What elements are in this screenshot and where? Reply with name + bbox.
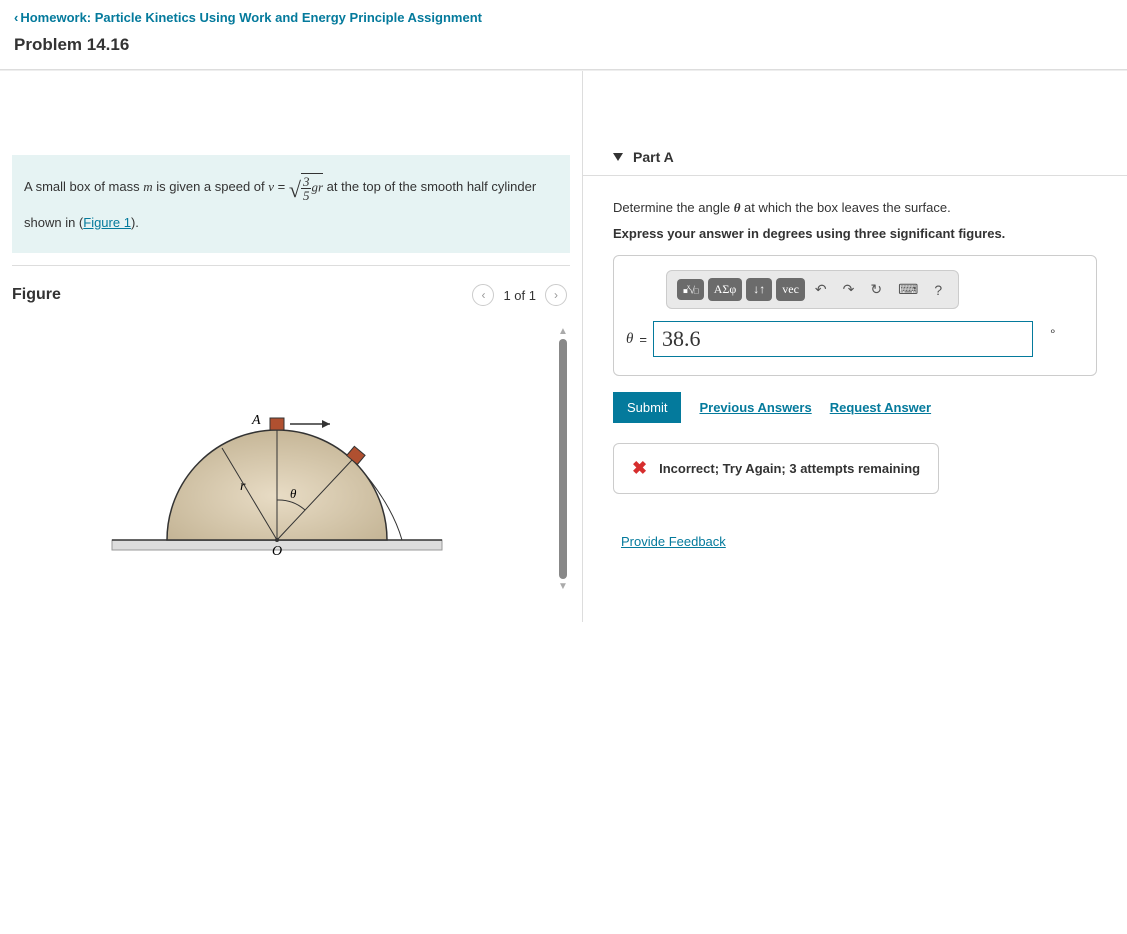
page-title: Problem 14.16 [0,27,1127,70]
collapse-icon [613,153,623,161]
answer-box: ■x√□ ΑΣφ ↓↑ vec ↶ ↷ ↻ ⌨ ? θ = [613,255,1097,376]
point-a-label: A [251,413,261,428]
radius-label: r [240,479,246,494]
instruction-format: Express your answer in degrees using thr… [613,226,1097,241]
previous-answers-link[interactable]: Previous Answers [699,400,811,415]
reset-icon[interactable]: ↻ [864,277,888,302]
answer-variable: θ [626,331,633,348]
equals-sign: = [639,332,647,347]
submit-button[interactable]: Submit [613,392,681,423]
unit-label: ∘ [1049,324,1057,338]
redo-icon[interactable]: ↷ [837,277,861,302]
scroll-up-icon[interactable]: ▲ [558,326,568,337]
figure-label: Figure [12,286,469,304]
angle-label: θ [290,486,297,501]
equation-toolbar: ■x√□ ΑΣφ ↓↑ vec ↶ ↷ ↻ ⌨ ? [666,270,959,309]
incorrect-icon: ✖ [632,458,647,479]
keyboard-icon[interactable]: ⌨ [892,277,924,302]
provide-feedback-link[interactable]: Provide Feedback [621,534,726,549]
answer-input[interactable] [653,321,1033,357]
templates-button[interactable]: ■x√□ [677,279,704,300]
figure-scrollbar[interactable]: ▲ ▼ [558,326,568,604]
problem-statement: A small box of mass m is given a speed o… [12,155,570,253]
instruction-text: Determine the angle θ at which the box l… [613,200,1097,216]
help-icon[interactable]: ? [928,278,948,302]
point-o-label: O [272,544,282,559]
request-answer-link[interactable]: Request Answer [830,400,931,415]
chevron-left-icon: ‹ [14,10,18,25]
greek-button[interactable]: ΑΣφ [708,278,743,301]
arrows-button[interactable]: ↓↑ [746,278,772,301]
figure-prev-button[interactable]: ‹ [472,284,494,306]
undo-icon[interactable]: ↶ [809,277,833,302]
figure-section: Figure ‹ 1 of 1 › [12,265,570,610]
feedback-message: ✖ Incorrect; Try Again; 3 attempts remai… [613,443,939,494]
back-link[interactable]: ‹Homework: Particle Kinetics Using Work … [14,10,482,25]
figure-canvas: O r θ A [12,320,570,610]
figure-count: 1 of 1 [503,288,536,303]
figure-link[interactable]: Figure 1 [83,215,131,230]
vec-button[interactable]: vec [776,278,805,301]
breadcrumb: ‹Homework: Particle Kinetics Using Work … [0,0,1127,27]
part-a-header[interactable]: Part A [583,71,1127,176]
figure-next-button[interactable]: › [545,284,567,306]
scroll-down-icon[interactable]: ▼ [558,581,568,592]
